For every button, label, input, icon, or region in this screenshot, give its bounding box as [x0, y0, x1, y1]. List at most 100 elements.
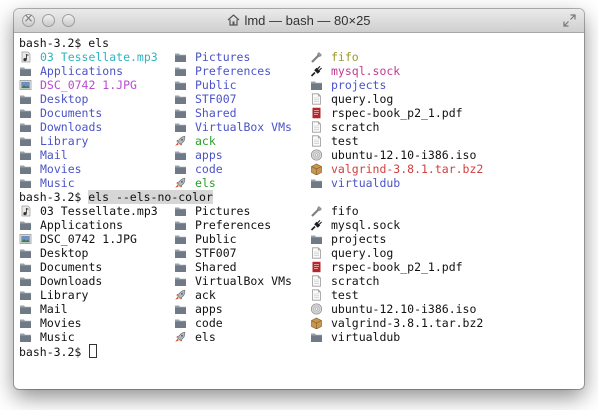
folder-icon	[175, 235, 186, 244]
file-name: STF007	[195, 92, 237, 106]
listing-row: Applications Preferences mysql.sock	[19, 218, 579, 232]
listing-row: Music els virtualdub	[19, 176, 579, 190]
package-icon	[311, 317, 322, 329]
folder-icon	[175, 109, 186, 118]
listing-row: 03 Tessellate.mp3 Pictures fifo	[19, 204, 579, 218]
file-name: Documents	[40, 260, 103, 274]
listing-row: Documents Shared rspec-book_p2_1.pdf	[19, 260, 579, 274]
file-name: els	[195, 330, 216, 344]
file-name: Downloads	[40, 274, 103, 288]
selected-command-text[interactable]: els --els-no-color	[88, 190, 213, 204]
folder-icon	[175, 67, 186, 76]
file-name: projects	[331, 78, 387, 92]
file-name: Desktop	[40, 246, 89, 260]
listing-row: Downloads VirtualBox VMs scratch	[19, 120, 579, 134]
file-name: Library	[40, 134, 89, 148]
folder-icon	[175, 165, 186, 174]
file-name: VirtualBox VMs	[195, 120, 292, 134]
file-name: Music	[40, 330, 75, 344]
file-name: DSC_0742 1.JPG	[40, 78, 137, 92]
plug-icon	[310, 220, 322, 231]
file-name: scratch	[331, 120, 380, 134]
file-name: projects	[331, 232, 387, 246]
file-name: ack	[195, 134, 216, 148]
file-name: fifo	[331, 204, 359, 218]
colored-listing: 03 Tessellate.mp3 Pictures fifo Application…	[19, 50, 579, 190]
folder-icon	[175, 263, 186, 272]
document-icon	[312, 93, 321, 105]
file-name: apps	[195, 148, 223, 162]
file-name: rspec-book_p2_1.pdf	[331, 260, 463, 274]
folder-icon	[175, 151, 186, 160]
window-title: lmd — bash — 80×25	[244, 13, 371, 28]
pdf-file-icon	[312, 261, 321, 273]
command-text: els	[88, 36, 110, 50]
folder-icon	[20, 165, 31, 174]
file-name: STF007	[195, 246, 237, 260]
file-name: Shared	[195, 260, 237, 274]
folder-icon	[175, 249, 186, 258]
file-name: Documents	[40, 106, 103, 120]
title-bar[interactable]: lmd — bash — 80×25	[14, 9, 584, 33]
file-name: virtualdub	[331, 330, 401, 344]
rocket-icon	[175, 177, 186, 188]
file-name: Mail	[40, 302, 68, 316]
listing-row: Desktop STF007 query.log	[19, 92, 579, 106]
command-line-1: bash-3.2$ els	[19, 36, 579, 50]
listing-row: 03 Tessellate.mp3 Pictures fifo	[19, 50, 579, 64]
folder-icon	[175, 221, 186, 230]
text-cursor	[89, 344, 98, 358]
listing-row: Library ack test	[19, 134, 579, 148]
rocket-icon	[175, 331, 186, 342]
listing-row: DSC_0742 1.JPG Public projects	[19, 78, 579, 92]
file-name: ack	[195, 288, 216, 302]
file-name: code	[195, 316, 223, 330]
listing-row: Applications Preferences mysql.sock	[19, 64, 579, 78]
document-icon	[312, 289, 321, 301]
file-name: Movies	[40, 162, 82, 176]
folder-icon	[20, 179, 31, 188]
file-name: test	[331, 134, 359, 148]
file-name: ubuntu-12.10-i386.iso	[331, 302, 477, 316]
file-name: test	[331, 288, 359, 302]
folder-icon	[175, 95, 186, 104]
file-name: Applications	[40, 64, 124, 78]
terminal-content[interactable]: bash-3.2$ els 03 Tessellate.mp3 Pictures f…	[19, 36, 579, 386]
pipe-icon	[311, 52, 322, 63]
folder-icon	[311, 179, 322, 188]
plug-icon	[310, 66, 322, 77]
folder-icon	[20, 333, 31, 342]
folder-icon	[20, 109, 31, 118]
folder-icon	[311, 333, 322, 342]
file-name: Music	[40, 176, 75, 190]
file-name: valgrind-3.8.1.tar.bz2	[331, 162, 484, 176]
listing-row: DSC_0742 1.JPG Public projects	[19, 232, 579, 246]
folder-icon	[20, 151, 31, 160]
file-name: Library	[40, 288, 89, 302]
file-name: Public	[195, 78, 237, 92]
window-title-area: lmd — bash — 80×25	[14, 13, 584, 28]
command-line-2: bash-3.2$ els --els-no-color	[19, 190, 579, 204]
file-name: Shared	[195, 106, 237, 120]
folder-icon	[175, 53, 186, 62]
fullscreen-icon[interactable]	[563, 14, 576, 27]
document-icon	[312, 135, 321, 147]
listing-row: Downloads VirtualBox VMs scratch	[19, 274, 579, 288]
listing-row: Music els virtualdub	[19, 330, 579, 344]
file-name: ubuntu-12.10-i386.iso	[331, 148, 477, 162]
file-name: Pictures	[195, 204, 251, 218]
file-name: Preferences	[195, 218, 272, 232]
pdf-file-icon	[312, 107, 321, 119]
command-line-3: bash-3.2$	[19, 344, 579, 359]
music-file-icon	[21, 51, 31, 63]
file-name: Pictures	[195, 50, 251, 64]
disc-image-icon	[310, 303, 323, 315]
file-name: mysql.sock	[331, 218, 401, 232]
listing-row: Mail apps ubuntu-12.10-i386.iso	[19, 302, 579, 316]
folder-icon	[175, 81, 186, 90]
file-name: Mail	[40, 148, 68, 162]
listing-row: Movies code valgrind-3.8.1.tar.bz2	[19, 162, 579, 176]
image-file-icon	[19, 80, 32, 90]
folder-icon	[175, 207, 186, 216]
folder-icon	[20, 277, 31, 286]
